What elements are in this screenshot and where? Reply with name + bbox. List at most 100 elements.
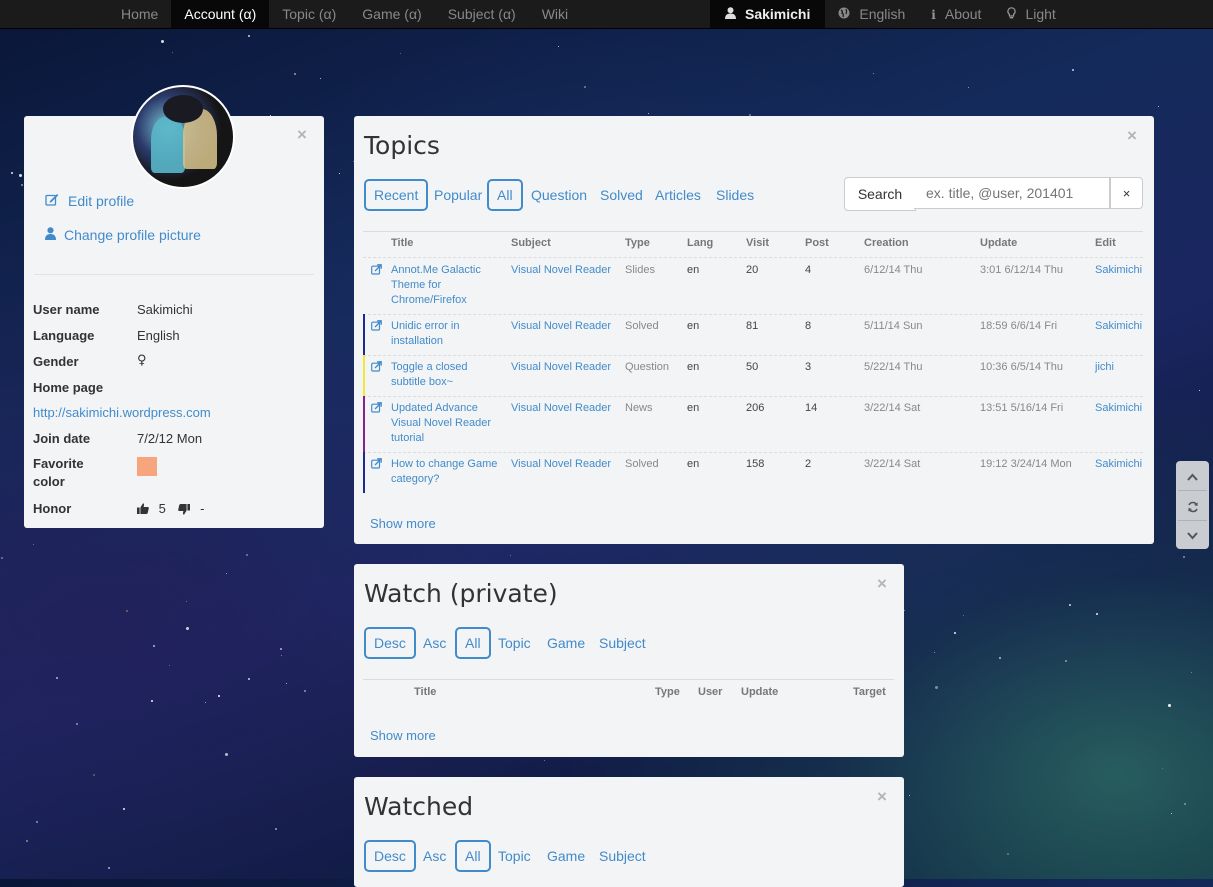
search-input[interactable]	[914, 177, 1110, 209]
cell-title[interactable]: Updated Advance Visual Novel Reader tuto…	[391, 401, 503, 446]
nav-subject[interactable]: Subject (α)	[435, 0, 529, 28]
thumbs-down-icon[interactable]	[178, 503, 191, 518]
language-value: English	[137, 328, 180, 343]
nav-user[interactable]: Sakimichi	[710, 0, 826, 28]
filter-solved[interactable]: Solved	[600, 180, 643, 210]
language-label: Language	[33, 328, 95, 343]
external-link-icon[interactable]	[371, 320, 382, 336]
show-more-link[interactable]: Show more	[370, 516, 436, 531]
scroll-up-button[interactable]	[1176, 461, 1209, 490]
col-post[interactable]: Post	[805, 237, 829, 249]
cell-subject[interactable]: Visual Novel Reader	[511, 360, 611, 375]
avatar[interactable]	[131, 85, 235, 189]
nav-topic[interactable]: Topic (α)	[269, 0, 349, 28]
nav-game[interactable]: Game (α)	[349, 0, 434, 28]
filter-all[interactable]: All	[487, 179, 523, 211]
scroll-down-button[interactable]	[1176, 520, 1209, 549]
external-link-icon[interactable]	[371, 264, 382, 280]
col-title[interactable]: Title	[391, 237, 413, 249]
refresh-icon	[1187, 501, 1198, 512]
cell-type: Solved	[625, 320, 659, 332]
username-value: Sakimichi	[137, 302, 193, 317]
col-user[interactable]: User	[698, 686, 722, 698]
tab-recent[interactable]: Recent	[364, 179, 429, 211]
filter-topic[interactable]: Topic	[498, 841, 531, 871]
close-icon[interactable]: ×	[1127, 127, 1137, 144]
homepage-link[interactable]: http://sakimichi.wordpress.com	[33, 405, 211, 420]
topic-type-bar	[363, 396, 365, 452]
table-row[interactable]: Unidic error in installation Visual Novel…	[363, 314, 1143, 355]
external-link-icon[interactable]	[371, 361, 382, 377]
topics-panel: × Topics Recent Popular All Question Sol…	[354, 116, 1154, 544]
nav-about[interactable]: i About	[918, 0, 994, 28]
table-row[interactable]: Updated Advance Visual Novel Reader tuto…	[363, 396, 1143, 452]
cell-subject[interactable]: Visual Novel Reader	[511, 319, 611, 334]
cell-title[interactable]: Unidic error in installation	[391, 319, 503, 349]
show-more-link[interactable]: Show more	[370, 728, 436, 743]
nav-home[interactable]: Home	[108, 0, 171, 28]
nav-main-links: Home Account (α) Topic (α) Game (α) Subj…	[108, 0, 581, 28]
cell-subject[interactable]: Visual Novel Reader	[511, 401, 611, 416]
search-clear-button[interactable]: ×	[1110, 177, 1143, 209]
cell-subject[interactable]: Visual Novel Reader	[511, 263, 611, 278]
close-icon[interactable]: ×	[297, 126, 307, 143]
cell-subject[interactable]: Visual Novel Reader	[511, 457, 611, 472]
external-link-icon[interactable]	[371, 402, 382, 418]
close-icon[interactable]: ×	[877, 788, 887, 805]
filter-game[interactable]: Game	[547, 628, 585, 658]
chevron-down-icon	[1187, 531, 1198, 540]
lightbulb-icon	[1007, 1, 1017, 29]
cell-title[interactable]: Toggle a closed subtitle box~	[391, 360, 503, 390]
change-picture-link[interactable]: Change profile picture	[45, 227, 201, 243]
col-target[interactable]: Target	[853, 686, 886, 698]
col-edit[interactable]: Edit	[1095, 237, 1116, 249]
col-type[interactable]: Type	[625, 237, 650, 249]
col-update[interactable]: Update	[741, 686, 778, 698]
cell-title[interactable]: How to change Game category?	[391, 457, 503, 487]
filter-all[interactable]: All	[455, 627, 491, 659]
col-type[interactable]: Type	[655, 686, 680, 698]
nav-language[interactable]: English	[825, 0, 918, 28]
nav-account[interactable]: Account (α)	[171, 0, 270, 28]
tab-asc[interactable]: Asc	[423, 628, 446, 658]
filter-topic[interactable]: Topic	[498, 628, 531, 658]
filter-subject[interactable]: Subject	[599, 628, 646, 658]
col-creation[interactable]: Creation	[864, 237, 909, 249]
edit-profile-link[interactable]: Edit profile	[45, 193, 134, 209]
table-row[interactable]: How to change Game category? Visual Novel…	[363, 452, 1143, 493]
cell-title[interactable]: Annot.Me Galactic Theme for Chrome/Firef…	[391, 263, 503, 308]
filter-all[interactable]: All	[455, 840, 491, 872]
nav-theme[interactable]: Light	[994, 0, 1068, 28]
filter-subject[interactable]: Subject	[599, 841, 646, 871]
col-update[interactable]: Update	[980, 237, 1017, 249]
cell-edit[interactable]: Sakimichi	[1095, 457, 1142, 472]
cell-edit[interactable]: jichi	[1095, 360, 1114, 375]
close-icon[interactable]: ×	[877, 575, 887, 592]
cell-edit[interactable]: Sakimichi	[1095, 401, 1142, 416]
thumbs-up-icon[interactable]	[137, 502, 149, 517]
external-link-icon[interactable]	[371, 458, 382, 474]
col-subject[interactable]: Subject	[511, 237, 551, 249]
filter-question[interactable]: Question	[531, 180, 587, 210]
cell-edit[interactable]: Sakimichi	[1095, 263, 1142, 278]
nav-user-label: Sakimichi	[745, 6, 811, 22]
table-row[interactable]: Annot.Me Galactic Theme for Chrome/Firef…	[363, 258, 1143, 314]
gender-label: Gender	[33, 354, 79, 369]
refresh-button[interactable]	[1176, 491, 1209, 520]
tab-desc[interactable]: Desc	[364, 627, 416, 659]
cell-edit[interactable]: Sakimichi	[1095, 319, 1142, 334]
tab-popular[interactable]: Popular	[434, 180, 482, 210]
tab-asc[interactable]: Asc	[423, 841, 446, 871]
table-row[interactable]: Toggle a closed subtitle box~ Visual Nove…	[363, 355, 1143, 396]
nav-language-label: English	[859, 6, 906, 22]
filter-game[interactable]: Game	[547, 841, 585, 871]
search-button[interactable]: Search	[844, 177, 916, 211]
filter-slides[interactable]: Slides	[716, 180, 754, 210]
col-title[interactable]: Title	[414, 686, 436, 698]
nav-wiki[interactable]: Wiki	[529, 0, 581, 28]
filter-articles[interactable]: Articles	[655, 180, 701, 210]
tab-desc[interactable]: Desc	[364, 840, 416, 872]
cell-type: Solved	[625, 458, 659, 470]
col-visit[interactable]: Visit	[746, 237, 769, 249]
col-lang[interactable]: Lang	[687, 237, 713, 249]
